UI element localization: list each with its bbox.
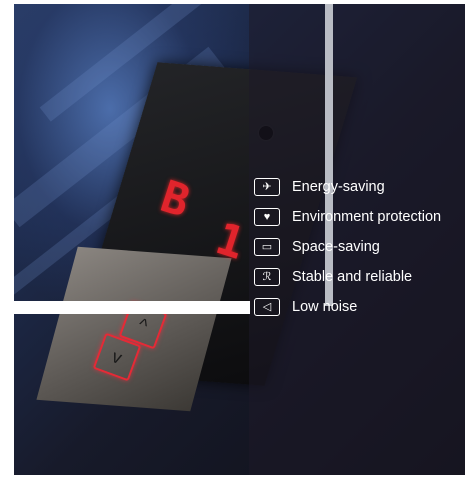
feature-label: Low noise	[292, 299, 358, 315]
fan-icon: ✈	[254, 178, 280, 196]
speaker-icon: ◁	[254, 298, 280, 316]
feature-item-noise: ◁ Low noise	[254, 292, 441, 322]
feature-label: Energy-saving	[292, 179, 385, 195]
leaf-icon: ♥	[254, 208, 280, 226]
feature-item-space: ▭ Space-saving	[254, 232, 441, 262]
feature-label: Environment protection	[292, 209, 442, 225]
frame-bar-horizontal	[14, 301, 250, 314]
box-icon: ▭	[254, 238, 280, 256]
feature-list: ✈ Energy-saving ♥ Environment protection…	[254, 172, 441, 322]
shield-icon: ℛ	[254, 268, 280, 286]
feature-item-energy: ✈ Energy-saving	[254, 172, 441, 202]
feature-item-environment: ♥ Environment protection	[254, 202, 441, 232]
feature-label: Stable and reliable	[292, 269, 413, 285]
feature-item-stable: ℛ Stable and reliable	[254, 262, 441, 292]
feature-label: Space-saving	[292, 239, 380, 255]
